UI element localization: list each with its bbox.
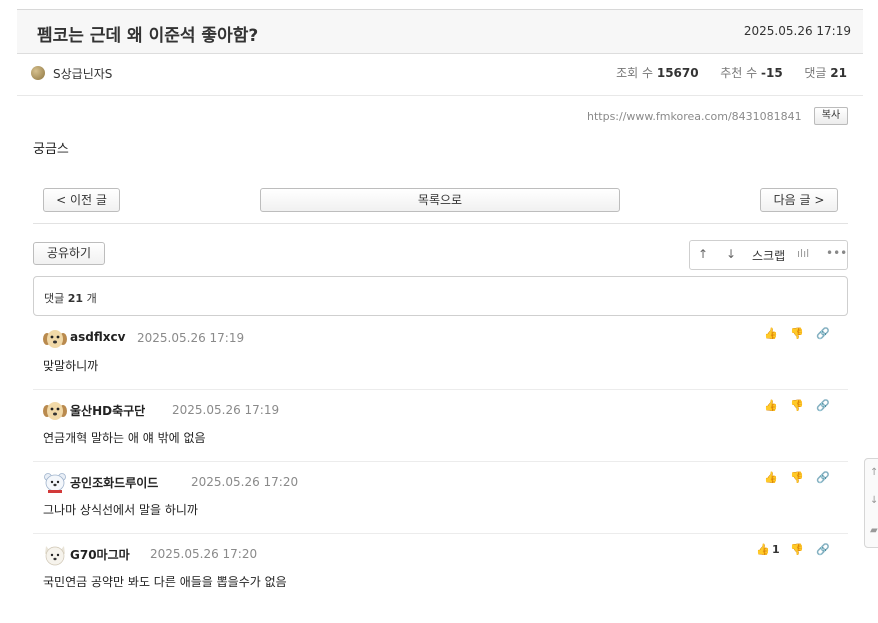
comment-actions: 👍 👎 🔗 xyxy=(758,399,836,412)
comment-item: 공인조화드루이드 2025.05.26 17:20 그나마 상식선에서 말을 하… xyxy=(33,462,848,534)
comment-bubble-icon[interactable]: ▰ xyxy=(870,525,878,536)
back-to-list-button[interactable]: 목록으로 xyxy=(260,188,620,212)
comment-text: 그나마 상식선에서 말을 하니까 xyxy=(43,503,198,517)
recommend-label: 추천 수 xyxy=(720,66,758,80)
puppy-icon xyxy=(43,402,67,420)
link-icon[interactable]: 🔗 xyxy=(810,399,836,412)
comment-text: 국민연금 공약만 봐도 다른 애들을 뽑을수가 없음 xyxy=(43,575,287,589)
scroll-up-icon[interactable]: ↑ xyxy=(870,467,878,478)
thumbs-up-icon[interactable]: 👍 xyxy=(758,327,784,340)
comment-count-suffix: 개 xyxy=(86,292,97,305)
white-dog-icon xyxy=(45,546,65,566)
downvote-arrow-icon[interactable]: ↓ xyxy=(726,247,736,261)
scroll-down-icon[interactable]: ↓ xyxy=(870,495,878,506)
link-icon[interactable]: 🔗 xyxy=(810,471,836,484)
thumbs-down-icon[interactable]: 👎 xyxy=(784,471,810,484)
comment-item: 울산HD축구단 2025.05.26 17:19 연금개혁 말하는 애 얘 밖에… xyxy=(33,390,848,462)
link-icon[interactable]: 🔗 xyxy=(810,543,836,556)
comment-time: 2025.05.26 17:19 xyxy=(137,331,245,345)
post-stats: 조회 수 15670 추천 수 -15 댓글 21 xyxy=(616,64,847,81)
polar-bear-icon xyxy=(44,473,66,493)
author-level-icon xyxy=(31,66,45,80)
commenter-name[interactable]: 울산HD축구단 xyxy=(70,402,145,419)
upvote-arrow-icon[interactable]: ↑ xyxy=(698,247,708,261)
link-icon[interactable]: 🔗 xyxy=(810,327,836,340)
more-options-icon[interactable]: ••• xyxy=(826,246,847,260)
comment-item: asdflxcv 2025.05.26 17:19 맞말하니까 👍 👎 🔗 xyxy=(33,318,848,390)
post-tools: ↑ ↓ 스크랩 ılıl ••• xyxy=(689,240,848,270)
post-date: 2025.05.26 17:19 xyxy=(743,24,851,38)
comment-actions: 👍 1 👎 🔗 xyxy=(752,543,836,556)
comment-actions: 👍 👎 🔗 xyxy=(758,471,836,484)
comment-count-box: 댓글 21 개 xyxy=(33,276,848,316)
prev-post-button[interactable]: < 이전 글 xyxy=(43,188,120,212)
comment-text: 연금개혁 말하는 애 얘 밖에 없음 xyxy=(43,431,206,445)
comment-time: 2025.05.26 17:20 xyxy=(150,547,258,561)
comment-time: 2025.05.26 17:20 xyxy=(191,475,299,489)
stats-chart-icon[interactable]: ılıl xyxy=(797,247,809,260)
thumbs-up-icon[interactable]: 👍 xyxy=(758,471,784,484)
thumbs-up-icon[interactable]: 👍 xyxy=(758,399,784,412)
comment-count-number: 21 xyxy=(67,292,84,305)
copy-url-button[interactable]: 복사 xyxy=(814,107,848,125)
comment-item: G70마그마 2025.05.26 17:20 국민연금 공약만 봐도 다른 애… xyxy=(33,534,848,606)
post-body: 궁금스 xyxy=(33,142,69,157)
post-title: 펨코는 근데 왜 이준석 좋아함? xyxy=(37,26,259,46)
comment-time: 2025.05.26 17:19 xyxy=(172,403,280,417)
vote-count: 1 xyxy=(772,543,780,556)
post-header: 펨코는 근데 왜 이준석 좋아함? 2025.05.26 17:19 xyxy=(17,9,863,54)
puppy-icon xyxy=(43,330,67,348)
thumbs-down-icon[interactable]: 👎 xyxy=(784,399,810,412)
comment-actions: 👍 👎 🔗 xyxy=(758,327,836,340)
divider xyxy=(33,223,848,224)
author-name[interactable]: S상급닌자S xyxy=(53,65,112,82)
comment-text: 맞말하니까 xyxy=(43,359,99,373)
post-meta: S상급닌자S 조회 수 15670 추천 수 -15 댓글 21 xyxy=(17,52,863,96)
comments-label: 댓글 xyxy=(804,66,827,80)
comments-count: 21 xyxy=(830,66,847,80)
share-button[interactable]: 공유하기 xyxy=(33,242,105,265)
views-count: 15670 xyxy=(656,66,699,80)
floating-side-panel: ↑ ↓ ▰ xyxy=(864,458,878,548)
views-label: 조회 수 xyxy=(616,66,654,80)
comment-count: 댓글 21 개 xyxy=(44,290,97,306)
next-post-button[interactable]: 다음 글 > xyxy=(760,188,838,212)
thumbs-down-icon[interactable]: 👎 xyxy=(784,327,810,340)
commenter-name[interactable]: asdflxcv xyxy=(70,330,125,344)
commenter-name[interactable]: 공인조화드루이드 xyxy=(70,474,158,491)
scrap-button[interactable]: 스크랩 xyxy=(752,247,785,264)
thumbs-up-icon[interactable]: 👍 1 xyxy=(752,543,784,556)
recommend-count: -15 xyxy=(761,66,783,80)
post-url[interactable]: https://www.fmkorea.com/8431081841 xyxy=(587,110,802,123)
commenter-name[interactable]: G70마그마 xyxy=(70,546,130,563)
comment-count-prefix: 댓글 xyxy=(44,292,65,305)
thumbs-down-icon[interactable]: 👎 xyxy=(784,543,810,556)
